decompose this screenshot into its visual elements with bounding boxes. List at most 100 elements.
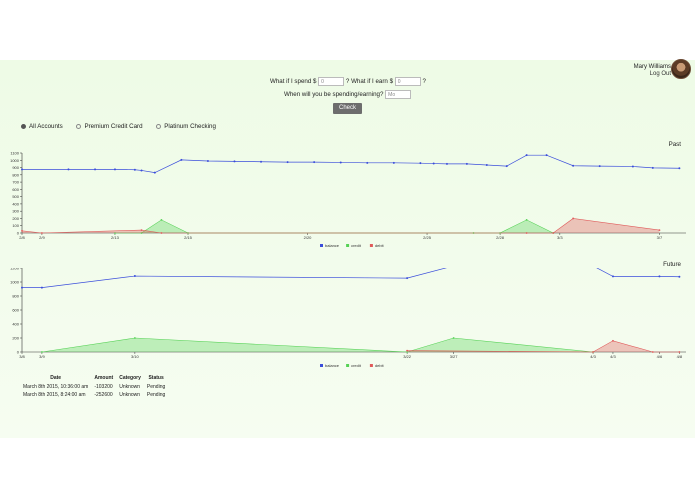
filter-platinum-checking[interactable]: Platinum Checking (156, 123, 216, 130)
table-row[interactable]: March 8th 2015, 8:24:00 am -252600 Unkno… (20, 391, 168, 399)
credit-point (525, 219, 528, 221)
logout-link[interactable]: Log Out (634, 71, 671, 78)
filter-label: Premium Credit Card (84, 123, 143, 130)
filter-label: Platinum Checking (164, 123, 216, 130)
x-tick-label: 2/15 (184, 235, 193, 240)
balance-line (22, 268, 680, 288)
cell-amount: -252600 (94, 392, 113, 398)
balance-point (419, 162, 422, 165)
balance-point (94, 168, 97, 171)
balance-point (406, 277, 409, 280)
debit-point (160, 232, 163, 234)
credit-point (452, 337, 455, 339)
legend-swatch-credit (346, 364, 350, 367)
balance-point (260, 160, 263, 163)
x-tick-label: 2/25 (423, 235, 432, 240)
x-tick-label: 2/20 (304, 235, 313, 240)
y-tick-label: 1000 (10, 158, 20, 163)
balance-point (572, 164, 575, 167)
radio-icon (76, 123, 82, 129)
x-tick-label: 3/8 (19, 354, 25, 359)
balance-point (140, 169, 143, 172)
legend-label-balance: balance (325, 363, 340, 368)
legend-swatch-balance (320, 364, 323, 367)
legend-swatch-credit (346, 244, 350, 247)
avatar[interactable] (671, 59, 691, 79)
balance-point (525, 154, 528, 157)
balance-point (286, 161, 289, 164)
x-tick-label: 2/13 (111, 235, 120, 240)
y-tick-label: 200 (12, 216, 19, 221)
y-tick-label: 900 (12, 165, 19, 170)
balance-point (133, 168, 136, 171)
user-name: Mary Williams (633, 64, 671, 70)
debit-point (406, 349, 409, 352)
when-label: When will you be spending/earning? (284, 91, 384, 99)
balance-point (21, 168, 23, 171)
y-tick-label: 1100 (10, 151, 19, 156)
debit-point (612, 339, 614, 342)
x-tick-label: 2/28 (496, 235, 505, 240)
filter-label: All Accounts (29, 123, 63, 130)
earn-label: ? What if I earn $ (345, 78, 394, 86)
y-tick-label: 800 (12, 172, 19, 177)
balance-point (233, 160, 236, 163)
earn-suffix: ? (422, 78, 426, 86)
legend-swatch-debit (369, 364, 373, 367)
y-tick-label: 600 (12, 187, 19, 192)
x-tick-label: 4/6 (657, 354, 663, 359)
x-tick-label: 4/3 (610, 354, 616, 359)
future-chart: 0200400600800100012003/8 3/9 3/10 3/22 3/27 4… (10, 268, 686, 368)
balance-point (40, 286, 43, 289)
credit-point (133, 337, 136, 339)
y-tick-label: 600 (12, 308, 19, 313)
balance-point (113, 168, 116, 171)
balance-point (658, 275, 661, 278)
when-input[interactable]: Mo (385, 90, 412, 99)
debit-point (592, 351, 594, 353)
x-tick-label: 4/8 (677, 354, 683, 359)
future-chart-title: Future (663, 261, 681, 268)
balance-point (485, 164, 488, 166)
earn-input[interactable]: 0 (394, 77, 421, 86)
spend-input[interactable]: 0 (318, 77, 345, 86)
balance-point (180, 158, 183, 161)
y-tick-label: 700 (12, 180, 19, 185)
cell-category: Unknown (119, 384, 141, 390)
filter-premium-credit-card[interactable]: Premium Credit Card (76, 123, 143, 130)
credit-point (41, 351, 43, 353)
balance-point (465, 162, 468, 165)
col-amount: Amount (94, 375, 114, 381)
credit-area (114, 219, 554, 233)
cell-date: March 8th 2015, 8:24:00 am (23, 392, 86, 398)
y-tick-label: 400 (12, 201, 19, 206)
debit-point (572, 217, 575, 220)
cell-status: Pending (146, 392, 166, 398)
credit-area (41, 338, 594, 352)
balance-line (22, 154, 680, 173)
y-tick-label: 100 (12, 223, 19, 228)
balance-point (339, 161, 342, 164)
x-tick-label: 3/27 (450, 354, 459, 359)
past-chart-title: Past (668, 141, 681, 148)
check-button[interactable]: Check (333, 103, 362, 114)
filter-all-accounts[interactable]: All Accounts (21, 123, 63, 130)
y-tick-label: 800 (12, 294, 19, 299)
when-row: When will you be spending/earning? Mo (284, 90, 412, 99)
cell-category: Unknown (119, 392, 141, 398)
debit-point (525, 232, 528, 234)
debit-point (552, 232, 555, 234)
cell-date: March 8th 2015, 10:36:00 am (23, 384, 89, 390)
cell-status: Pending (146, 384, 166, 390)
table-row[interactable]: March 8th 2015, 10:36:00 am -103200 Unkn… (20, 383, 168, 391)
balance-point (445, 162, 448, 165)
x-tick-label: 3/10 (131, 354, 140, 359)
legend-label-credit: credit (351, 363, 362, 368)
y-tick-label: 1000 (10, 280, 20, 285)
y-tick-label: 1200 (10, 268, 20, 271)
balance-point (505, 165, 508, 168)
x-tick-label: 2/9 (39, 235, 45, 240)
y-tick-label: 300 (12, 209, 19, 214)
y-tick-label: 200 (12, 336, 19, 341)
col-date: Date (50, 375, 62, 381)
